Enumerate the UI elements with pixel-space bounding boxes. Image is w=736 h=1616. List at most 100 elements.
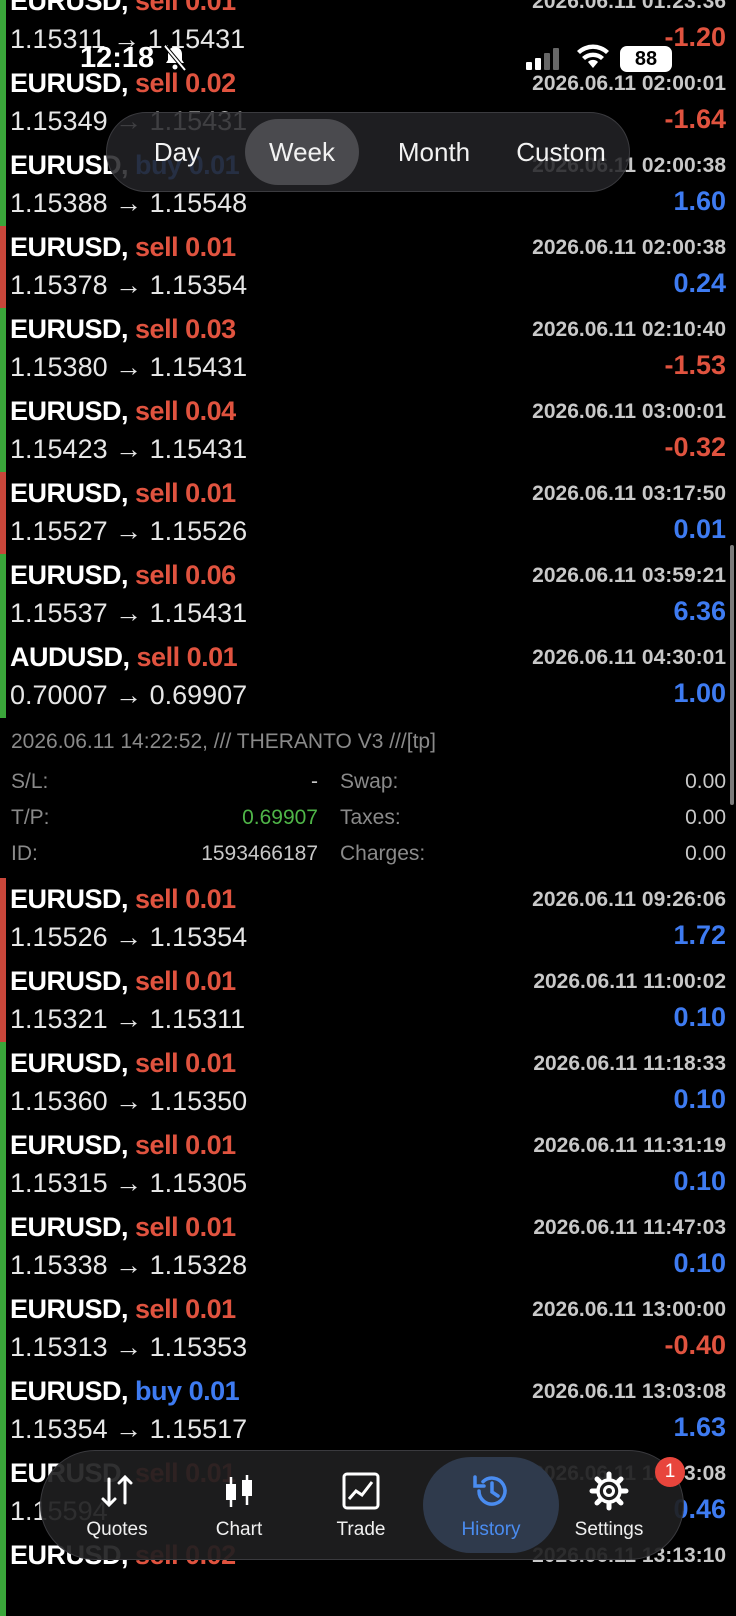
period-selector[interactable]: Day Week Month Custom	[106, 112, 630, 192]
trade-volume: 0.01	[185, 1048, 236, 1078]
wifi-icon	[576, 44, 610, 75]
trade-row[interactable]: EURUSD, sell 0.06 1.15537 → 1.15431 2026.0…	[0, 554, 736, 636]
trade-time: 2026.06.11 13:03:08	[532, 1380, 726, 1403]
gear-icon	[589, 1471, 629, 1511]
trade-row[interactable]: EURUSD, sell 0.01 1.15338 → 1.15328 2026.0…	[0, 1206, 736, 1288]
trade-prices: 1.15537 → 1.15431	[10, 598, 248, 628]
trade-symbol-line: EURUSD, sell 0.01	[10, 478, 236, 509]
trade-profit: 6.36	[673, 596, 726, 626]
trade-profit: 0.01	[673, 514, 726, 544]
trade-symbol-line: EURUSD, sell 0.01	[10, 1130, 236, 1161]
trade-profit: 0.10	[673, 1166, 726, 1196]
status-bar: 12:18 88	[0, 0, 736, 90]
trade-row[interactable]: EURUSD, sell 0.04 1.15423 → 1.15431 2026.0…	[0, 390, 736, 472]
trade-row[interactable]: EURUSD, sell 0.01 1.15321 → 1.15311 2026.0…	[0, 960, 736, 1042]
tab-label: Quotes	[86, 1519, 148, 1540]
trade-row[interactable]: EURUSD, sell 0.01 1.15315 → 1.15305 2026.0…	[0, 1124, 736, 1206]
trade-row[interactable]: EURUSD, sell 0.01 1.15378 → 1.15354 2026.0…	[0, 226, 736, 308]
trade-status-bar	[0, 1124, 6, 1206]
trade-time: 2026.06.11 11:31:19	[533, 1134, 726, 1157]
trade-symbol: EURUSD,	[10, 478, 129, 508]
tab-trade[interactable]: Trade	[299, 1451, 423, 1559]
trade-prices: 1.15360 → 1.15350	[10, 1086, 248, 1116]
trade-symbol-line: EURUSD, sell 0.06	[10, 560, 236, 591]
trade-volume: 0.01	[185, 884, 236, 914]
tp-label: T/P:	[11, 806, 50, 829]
trade-status-bar	[0, 308, 6, 390]
period-day[interactable]: Day	[117, 113, 237, 191]
period-month[interactable]: Month	[371, 113, 497, 191]
trade-profit: 1.60	[673, 186, 726, 216]
trade-prices: 1.15354 → 1.15517	[10, 1414, 248, 1444]
scroll-indicator[interactable]	[730, 545, 734, 805]
trade-status-bar	[0, 390, 6, 472]
period-week[interactable]: Week	[245, 119, 359, 185]
status-time: 12:18	[80, 42, 155, 74]
trade-side: sell	[135, 478, 179, 508]
tab-quotes[interactable]: Quotes	[55, 1451, 179, 1559]
trade-row[interactable]: EURUSD, sell 0.01 1.15360 → 1.15350 2026.0…	[0, 1042, 736, 1124]
trade-symbol: EURUSD,	[10, 560, 129, 590]
bell-muted-icon	[163, 44, 187, 77]
id-label: ID:	[11, 842, 38, 865]
trade-volume: 0.03	[185, 314, 236, 344]
trade-volume: 0.01	[188, 1376, 240, 1406]
trade-profit: 1.72	[673, 920, 726, 950]
tab-history[interactable]: History	[423, 1457, 559, 1553]
trade-symbol-line: EURUSD, sell 0.03	[10, 314, 236, 345]
trade-status-bar	[0, 554, 6, 636]
period-custom[interactable]: Custom	[499, 113, 623, 191]
trade-row[interactable]: EURUSD, sell 0.01 1.15527 → 1.15526 2026.0…	[0, 472, 736, 554]
tp-value: 0.69907	[242, 806, 318, 829]
trade-side: sell	[135, 884, 179, 914]
trade-symbol-line: EURUSD, sell 0.04	[10, 396, 236, 427]
trade-profit: 0.24	[673, 268, 726, 298]
trade-profit: -0.32	[664, 432, 726, 462]
trade-symbol-line: EURUSD, sell 0.01	[10, 232, 236, 263]
tab-chart[interactable]: Chart	[177, 1451, 301, 1559]
trade-row[interactable]: AUDUSD, sell 0.01 0.70007 → 0.69907 2026.0…	[0, 636, 736, 718]
swap-label: Swap:	[340, 770, 399, 793]
trade-symbol: EURUSD,	[10, 884, 129, 914]
trade-history-list[interactable]: EURUSD, sell 0.01 1.15311 → 1.15431 2026.0…	[0, 0, 736, 1616]
trade-status-bar	[0, 144, 6, 226]
trade-side: sell	[135, 232, 179, 262]
trade-symbol-line: EURUSD, sell 0.01	[10, 1294, 236, 1325]
trade-details-panel: 2026.06.11 14:22:52, /// THERANTO V3 ///…	[0, 718, 736, 878]
trade-status-bar	[0, 1452, 6, 1534]
trade-status-bar	[0, 1534, 6, 1616]
charges-value: 0.00	[685, 842, 726, 865]
trade-side: buy	[135, 1376, 182, 1406]
trade-comment: 2026.06.11 14:22:52, /// THERANTO V3 ///…	[11, 730, 436, 753]
trade-time: 2026.06.11 13:00:00	[532, 1298, 726, 1321]
trade-symbol: EURUSD,	[10, 1048, 129, 1078]
trade-status-bar	[0, 1042, 6, 1124]
trade-symbol-line: EURUSD, sell 0.01	[10, 1048, 236, 1079]
trade-volume: 0.01	[185, 1212, 236, 1242]
tab-label: Settings	[574, 1519, 644, 1540]
trade-prices: 1.15315 → 1.15305	[10, 1168, 248, 1198]
trade-volume: 0.01	[185, 1130, 236, 1160]
trade-status-bar	[0, 878, 6, 960]
trade-profit: 1.00	[673, 678, 726, 708]
sl-value: -	[311, 770, 318, 793]
trade-time: 2026.06.11 11:18:33	[533, 1052, 726, 1075]
tab-settings[interactable]: 1 Settings	[547, 1451, 685, 1559]
taxes-label: Taxes:	[340, 806, 401, 829]
trade-symbol: EURUSD,	[10, 1376, 129, 1406]
trade-volume: 0.01	[185, 232, 236, 262]
trade-status-bar	[0, 1370, 6, 1452]
trade-side: sell	[135, 1048, 179, 1078]
trade-profit: 0.10	[673, 1248, 726, 1278]
trade-row[interactable]: EURUSD, sell 0.01 1.15313 → 1.15353 2026.0…	[0, 1288, 736, 1370]
trade-side: sell	[135, 396, 179, 426]
tab-label: Trade	[336, 1519, 386, 1540]
trade-side: sell	[135, 1294, 179, 1324]
trade-symbol-line: AUDUSD, sell 0.01	[10, 642, 238, 673]
trade-row[interactable]: EURUSD, sell 0.01 1.15526 → 1.15354 2026.0…	[0, 878, 736, 960]
trade-status-bar	[0, 960, 6, 1042]
trade-time: 2026.06.11 03:59:21	[532, 564, 726, 587]
trade-row[interactable]: EURUSD, sell 0.03 1.15380 → 1.15431 2026.0…	[0, 308, 736, 390]
swap-value: 0.00	[685, 770, 726, 793]
trade-row[interactable]: EURUSD, buy 0.01 1.15354 → 1.15517 2026.06…	[0, 1370, 736, 1452]
